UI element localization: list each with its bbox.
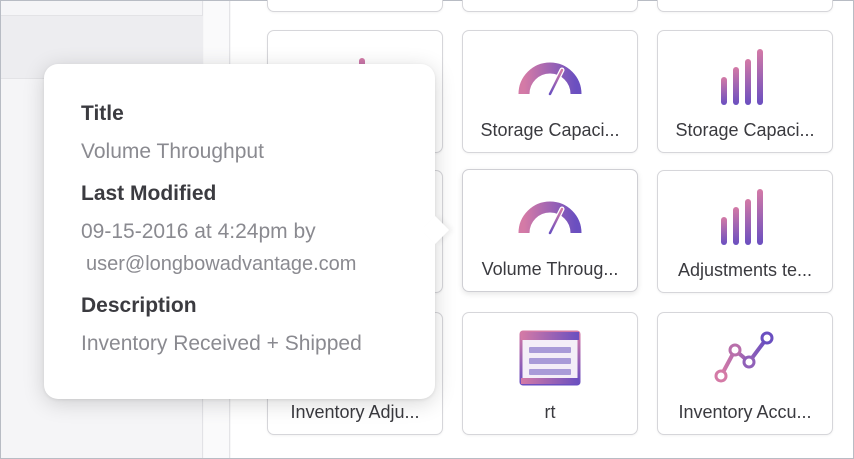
bar-chart-icon [710, 185, 780, 247]
widget-tile-label: Storage Capaci... [675, 120, 815, 140]
widget-tile-label: Volume Throug... [481, 259, 619, 279]
widget-tile[interactable] [267, 0, 443, 12]
line-chart-icon [710, 327, 780, 389]
widget-tile[interactable] [657, 0, 833, 12]
widget-tile-label: Storage Capaci... [480, 120, 620, 140]
description-value: Inventory Received + Shipped [81, 332, 362, 355]
last-modified-value: 09-15-2016 at 4:24pm by user@longbowadva… [81, 218, 399, 278]
title-heading: Title [81, 102, 124, 125]
widget-tile-label: rt [544, 402, 556, 422]
last-modified-heading: Last Modified [81, 182, 217, 205]
widget-tile-storage-capacity-gauge[interactable]: Storage Capaci... [462, 30, 638, 153]
last-modified-user: user@longbowadvantage.com [86, 253, 357, 275]
gauge-icon [515, 45, 585, 107]
widget-tile-label: Adjustments te... [677, 260, 813, 280]
widget-tile-adjustments[interactable]: Adjustments te... [657, 170, 833, 293]
gauge-icon [515, 184, 585, 246]
last-modified-date: 09-15-2016 at 4:24pm by [81, 220, 316, 243]
description-heading: Description [81, 294, 197, 317]
widget-tile-inventory-accuracy[interactable]: Inventory Accu... [657, 312, 833, 435]
widget-info-popover: Title Volume Throughput Last Modified 09… [44, 64, 450, 399]
widget-tile-label: Inventory Adju... [290, 402, 420, 422]
widget-tile-rt[interactable]: rt [462, 312, 638, 435]
widget-tile-volume-throughput[interactable]: Volume Throug... [462, 169, 638, 292]
widget-tile-label: Inventory Accu... [678, 402, 812, 422]
bar-chart-icon [710, 45, 780, 107]
widget-tile-storage-capacity-bar[interactable]: Storage Capaci... [657, 30, 833, 153]
title-value: Volume Throughput [81, 140, 264, 163]
widget-tile[interactable] [462, 0, 638, 12]
table-icon [515, 327, 585, 389]
